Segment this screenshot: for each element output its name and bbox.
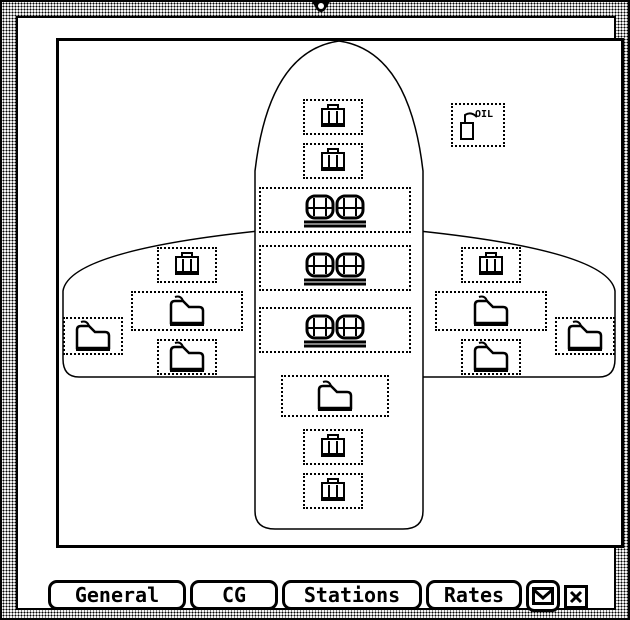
fuel-tank-icon xyxy=(169,341,205,372)
tab-general[interactable]: General xyxy=(48,580,186,610)
seat-icon xyxy=(334,252,366,286)
station-fuel-right-2[interactable] xyxy=(461,339,521,375)
seat-icon xyxy=(334,314,366,348)
fuel-tank-icon-shape xyxy=(317,380,353,411)
bag-icon-shape xyxy=(321,478,345,501)
seat-icon xyxy=(304,314,336,348)
station-oil[interactable]: OIL xyxy=(451,103,505,147)
station-fuel-left-1[interactable] xyxy=(131,291,243,331)
tab-stations-label: Stations xyxy=(303,583,401,607)
station-bag-left-wing[interactable] xyxy=(157,247,217,283)
seat-pair-icon xyxy=(304,314,366,348)
station-fuel-left-2[interactable] xyxy=(157,339,217,375)
seat-icon xyxy=(304,252,336,286)
seat-icon xyxy=(304,194,336,228)
bag-icon xyxy=(321,104,345,127)
mail-button[interactable] xyxy=(526,580,560,612)
seat-icon xyxy=(334,194,366,228)
fuel-tank-icon-shape xyxy=(169,295,205,326)
fuel-tank-icon-shape xyxy=(473,295,509,326)
fuel-tank-icon xyxy=(473,295,509,326)
station-seats-2[interactable] xyxy=(259,245,411,291)
fuel-tank-icon-shape xyxy=(75,320,111,351)
tab-bar: General CG Stations Rates xyxy=(48,580,588,614)
station-bag-2[interactable] xyxy=(303,143,363,179)
station-bag-1[interactable] xyxy=(303,99,363,135)
station-bag-4[interactable] xyxy=(303,473,363,509)
bag-icon-shape xyxy=(321,434,345,457)
close-icon xyxy=(569,590,583,604)
bag-icon xyxy=(321,148,345,171)
content-pane: OIL General CG Stations Rates xyxy=(16,16,624,612)
bag-icon-shape xyxy=(479,252,503,275)
bag-icon xyxy=(321,434,345,457)
window-notch xyxy=(311,0,331,12)
fuel-tank-icon xyxy=(317,380,353,411)
bag-icon-shape xyxy=(321,148,345,171)
fuel-tank-icon xyxy=(169,295,205,326)
tab-rates-label: Rates xyxy=(443,583,505,607)
station-bag-3[interactable] xyxy=(303,429,363,465)
station-bag-right-wing[interactable] xyxy=(461,247,521,283)
tab-stations[interactable]: Stations xyxy=(282,580,422,610)
tab-cg-label: CG xyxy=(221,583,247,607)
bag-icon xyxy=(479,252,503,275)
station-fuel-right-1[interactable] xyxy=(435,291,547,331)
close-button[interactable] xyxy=(564,585,588,609)
tab-general-label: General xyxy=(74,583,160,607)
station-fuel-right-tip[interactable] xyxy=(555,317,615,355)
station-fuel-aft[interactable] xyxy=(281,375,389,417)
fuel-tank-icon xyxy=(75,320,111,351)
fuel-tank-icon xyxy=(473,341,509,372)
tab-rates[interactable]: Rates xyxy=(426,580,522,610)
seat-pair-icon xyxy=(304,194,366,228)
station-seats-1[interactable] xyxy=(259,187,411,233)
seat-pair-icon xyxy=(304,252,366,286)
station-fuel-left-tip[interactable] xyxy=(63,317,123,355)
bag-icon-shape xyxy=(175,252,199,275)
bag-icon xyxy=(175,252,199,275)
bag-icon-shape xyxy=(321,104,345,127)
aircraft-diagram: OIL xyxy=(56,38,624,548)
envelope-icon xyxy=(532,587,554,605)
fuel-tank-icon-shape xyxy=(567,320,603,351)
bag-icon xyxy=(321,478,345,501)
fuel-tank-icon xyxy=(567,320,603,351)
fuel-tank-icon-shape xyxy=(473,341,509,372)
fuel-tank-icon-shape xyxy=(169,341,205,372)
app-window: OIL General CG Stations Rates xyxy=(0,0,630,620)
oil-label: OIL xyxy=(475,109,494,120)
station-seats-3[interactable] xyxy=(259,307,411,353)
tab-cg[interactable]: CG xyxy=(190,580,278,610)
